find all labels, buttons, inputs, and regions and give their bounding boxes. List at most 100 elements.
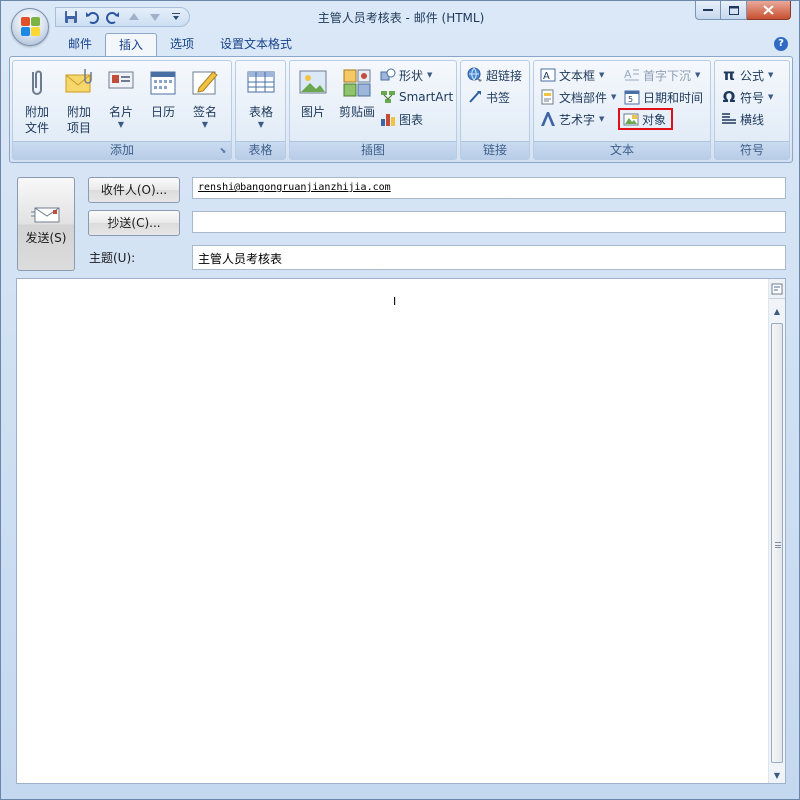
cc-button[interactable]: 抄送(C)... — [88, 210, 180, 236]
wordart-button[interactable]: 艺术字 ▼ — [540, 109, 604, 129]
equation-button[interactable]: π 公式 ▼ — [721, 65, 773, 85]
drop-cap-icon: A — [624, 68, 639, 81]
minimize-icon — [703, 9, 713, 11]
next-item-button[interactable] — [146, 9, 164, 25]
minimize-button[interactable] — [695, 1, 721, 20]
hyperlink-icon — [467, 67, 482, 82]
close-button[interactable] — [747, 1, 791, 20]
quick-parts-label: 文档部件 — [559, 90, 608, 105]
clipart-label: 剪贴画 — [338, 105, 375, 119]
ruler-toggle-button[interactable] — [769, 279, 785, 299]
close-icon — [763, 5, 774, 15]
bookmark-button[interactable]: 书签 — [467, 87, 510, 107]
customize-dropdown-icon — [172, 13, 180, 20]
quick-parts-icon — [541, 89, 554, 105]
attach-file-button[interactable]: 附加 文件 — [17, 64, 57, 136]
tab-options[interactable]: 选项 — [157, 33, 207, 57]
undo-button[interactable] — [83, 9, 101, 25]
table-label: 表格 — [248, 105, 273, 119]
attach-item-button[interactable]: 附加 项目 — [59, 64, 99, 136]
picture-label: 图片 — [300, 105, 325, 119]
message-header: 发送(S) 收件人(O)... renshi@bangongruanjianzh… — [9, 169, 793, 275]
to-button[interactable]: 收件人(O)... — [88, 177, 180, 203]
help-icon: ? — [778, 38, 784, 49]
message-body[interactable]: I ▲ ▼ — [16, 278, 786, 784]
maximize-button[interactable] — [721, 1, 747, 20]
picture-button[interactable]: 图片 — [293, 64, 333, 136]
redo-button[interactable] — [104, 9, 122, 25]
group-label-links: 链接 — [461, 141, 529, 159]
calendar-button[interactable]: 日历 — [143, 64, 183, 136]
vertical-scrollbar[interactable]: ▲ ▼ — [768, 279, 785, 783]
redo-icon — [106, 12, 119, 24]
group-add: 附加 文件 附加 项目 名片 ▼ 日历 签名 ▼ 添加 ⬊ — [12, 60, 232, 160]
table-button[interactable]: 表格 ▼ — [241, 64, 281, 136]
signature-button[interactable]: 签名 ▼ — [185, 64, 225, 136]
scroll-up-icon: ▲ — [773, 306, 781, 316]
equation-label: 公式 — [740, 68, 765, 83]
to-field[interactable]: renshi@bangongruanjianzhijia.com — [192, 177, 786, 199]
object-label: 对象 — [642, 112, 667, 127]
textbox-button[interactable]: A 文本框 ▼ — [540, 65, 604, 85]
send-envelope-icon — [31, 207, 60, 223]
to-recipient: renshi@bangongruanjianzhijia.com — [198, 182, 391, 193]
tab-format-text[interactable]: 设置文本格式 — [207, 33, 305, 57]
textbox-icon: A — [540, 68, 556, 82]
date-time-icon: 5 — [624, 90, 640, 105]
attach-file-label: 附加 文件 — [24, 105, 49, 135]
chart-icon — [381, 114, 395, 126]
office-logo-icon — [21, 17, 41, 37]
object-button[interactable]: 对象 — [618, 108, 674, 130]
date-time-label: 日期和时间 — [643, 90, 704, 105]
envelope-attach-icon — [65, 69, 92, 93]
save-button[interactable] — [62, 9, 80, 25]
smartart-button[interactable]: SmartArt — [380, 87, 453, 107]
outlook-message-window: 主管人员考核表 - 邮件 (HTML) 邮件 插入 选项 设置文本格式 ? 附加… — [0, 0, 800, 800]
tab-message[interactable]: 邮件 — [55, 33, 105, 57]
drop-cap-button[interactable]: A 首字下沉 ▼ — [624, 65, 700, 85]
calendar-icon — [150, 71, 176, 95]
business-card-label: 名片 — [108, 105, 133, 119]
group-text: A 文本框 ▼ 文档部件 ▼ 艺术字 ▼ A 首字下沉 ▼ 5 日期和时间 对象… — [533, 60, 711, 160]
help-button[interactable]: ? — [774, 37, 788, 51]
business-card-button[interactable]: 名片 ▼ — [101, 64, 141, 136]
scroll-down-icon: ▼ — [773, 770, 781, 780]
grip-icon — [775, 542, 781, 548]
up-arrow-icon — [129, 13, 139, 20]
horizontal-line-button[interactable]: 横线 — [721, 109, 764, 129]
group-tables: 表格 ▼ 表格 — [235, 60, 286, 160]
signature-icon — [192, 71, 218, 95]
shapes-button[interactable]: 形状 ▼ — [380, 65, 432, 85]
omega-icon: Ω — [722, 88, 736, 106]
send-button[interactable]: 发送(S) — [17, 177, 75, 271]
date-time-button[interactable]: 5 日期和时间 — [624, 87, 703, 107]
hyperlink-button[interactable]: 超链接 — [467, 65, 522, 85]
cc-field[interactable] — [192, 211, 786, 233]
svg-text:A: A — [624, 68, 632, 81]
quick-parts-button[interactable]: 文档部件 ▼ — [540, 87, 616, 107]
chevron-down-icon: ▼ — [768, 71, 774, 79]
window-controls — [695, 1, 791, 20]
scrollbar-thumb[interactable] — [771, 323, 783, 763]
customize-toolbar-button[interactable] — [171, 9, 181, 25]
svg-text:A: A — [543, 71, 550, 82]
bookmark-label: 书签 — [486, 90, 511, 105]
previous-item-button[interactable] — [125, 9, 143, 25]
symbol-button[interactable]: Ω 符号 ▼ — [721, 87, 774, 107]
group-label-illustrations: 插图 — [290, 141, 456, 159]
clipart-button[interactable]: 剪贴画 — [335, 64, 379, 136]
horizontal-line-label: 横线 — [740, 112, 765, 127]
table-icon — [247, 71, 275, 93]
scroll-down-button[interactable]: ▼ — [769, 768, 785, 782]
scroll-up-button[interactable]: ▲ — [769, 304, 785, 318]
chevron-down-icon: ▼ — [599, 115, 605, 123]
hyperlink-label: 超链接 — [486, 68, 523, 83]
pi-icon: π — [723, 66, 735, 84]
chevron-down-icon: ▼ — [768, 93, 774, 101]
tab-insert[interactable]: 插入 — [105, 33, 158, 57]
drop-cap-label: 首字下沉 — [643, 68, 692, 83]
dialog-launcher-icon[interactable]: ⬊ — [218, 146, 228, 156]
chart-button[interactable]: 图表 — [380, 109, 423, 129]
office-button[interactable] — [11, 8, 49, 46]
subject-field[interactable]: 主管人员考核表 — [192, 245, 786, 270]
